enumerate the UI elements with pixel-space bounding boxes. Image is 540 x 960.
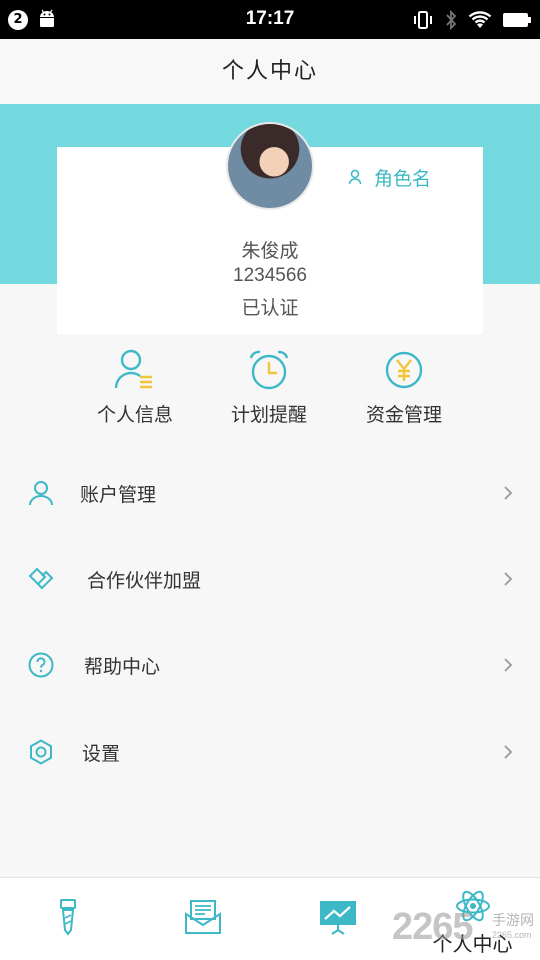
user-icon	[29, 481, 53, 506]
watermark-logo: 2265	[392, 906, 474, 948]
role-label: 角色名	[374, 167, 432, 190]
status-bar: 2 17:17	[0, 0, 540, 39]
menu-label: 设置	[82, 742, 121, 765]
tab-1[interactable]	[0, 878, 135, 960]
user-small-icon	[348, 169, 362, 185]
user-name: 朱俊成	[241, 240, 299, 262]
chevron-right-icon	[504, 658, 513, 672]
chevron-right-icon	[504, 572, 513, 586]
wifi-icon	[468, 11, 492, 28]
user-id: 1234566	[233, 265, 307, 286]
alarm-clock-icon	[249, 350, 289, 390]
quick-label: 个人信息	[96, 404, 173, 426]
watermark-url: 2265.com	[492, 930, 532, 940]
hexagon-settings-icon	[30, 739, 52, 765]
handshake-icon	[28, 567, 54, 590]
person-info-icon	[114, 349, 152, 389]
verification-status: 已认证	[241, 297, 299, 319]
presentation-chart-icon	[319, 901, 356, 935]
tab-2[interactable]	[135, 878, 270, 960]
quick-personal-info[interactable]: 个人信息	[70, 348, 200, 438]
vibrate-icon	[414, 11, 432, 29]
nav-bar: 个人中心	[0, 39, 540, 104]
menu-label: 帮助中心	[84, 655, 161, 678]
question-circle-icon	[28, 652, 54, 678]
menu-item-help-center[interactable]: 帮助中心	[0, 622, 540, 708]
yen-coin-icon	[385, 351, 423, 389]
menu-label: 账户管理	[80, 483, 157, 506]
tie-icon	[59, 899, 76, 936]
quick-plan-reminder[interactable]: 计划提醒	[204, 348, 334, 438]
avatar[interactable]	[226, 122, 314, 210]
menu-item-partner-join[interactable]: 合作伙伴加盟	[0, 536, 540, 622]
menu-item-settings[interactable]: 设置	[0, 709, 540, 795]
tab-3[interactable]	[270, 878, 405, 960]
battery-icon	[503, 13, 531, 27]
quick-label: 计划提醒	[230, 404, 307, 426]
role-button[interactable]: 角色名	[348, 164, 431, 190]
quick-fund-management[interactable]: 资金管理	[339, 348, 469, 438]
quick-label: 资金管理	[365, 404, 442, 426]
menu-label: 合作伙伴加盟	[87, 569, 202, 592]
chevron-right-icon	[504, 745, 513, 759]
chevron-right-icon	[504, 486, 513, 500]
envelope-icon	[184, 900, 221, 934]
watermark-text: 手游网	[492, 913, 534, 929]
page-title: 个人中心	[221, 59, 318, 84]
menu-item-account-management[interactable]: 账户管理	[0, 450, 540, 536]
bluetooth-icon	[446, 9, 457, 31]
